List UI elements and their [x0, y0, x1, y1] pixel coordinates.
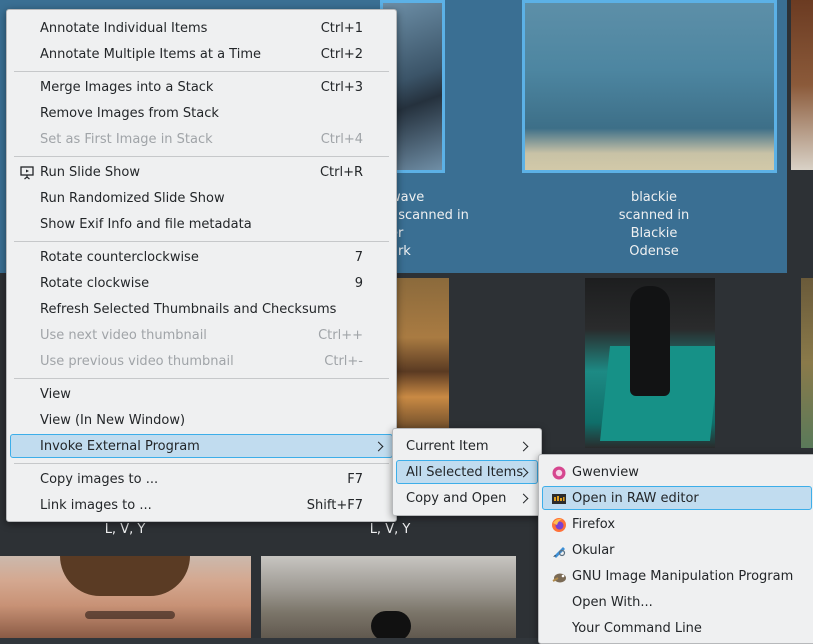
thumbnail-partial-right-mid[interactable] — [801, 278, 813, 448]
submenu-item-all-selected[interactable]: All Selected Items — [396, 460, 538, 484]
thumbnail-pool-2[interactable] — [585, 278, 715, 448]
menu-item-run-random-slideshow[interactable]: Run Randomized Slide Show — [10, 186, 393, 210]
menu-item-shortcut: Ctrl+- — [324, 353, 363, 369]
menu-item-shortcut: Ctrl+1 — [320, 20, 363, 36]
menu-item-label: Okular — [572, 542, 615, 558]
menu-separator — [14, 463, 389, 464]
menu-item-rotate-cw[interactable]: Rotate clockwise 9 — [10, 271, 393, 295]
app-item-gimp[interactable]: GNU Image Manipulation Program — [542, 564, 812, 588]
gimp-icon — [551, 569, 567, 585]
menu-item-annotate-multiple[interactable]: Annotate Multiple Items at a Time Ctrl+2 — [10, 42, 393, 66]
thumbnail-face[interactable] — [0, 556, 251, 638]
submenu-item-copy-and-open[interactable]: Copy and Open — [396, 486, 538, 510]
menu-item-next-video-thumb[interactable]: Use next video thumbnail Ctrl++ — [10, 323, 393, 347]
menu-item-label: Link images to ... — [40, 497, 152, 513]
menu-item-shortcut: Ctrl++ — [318, 327, 363, 343]
app-item-firefox[interactable]: Firefox — [542, 512, 812, 536]
menu-item-rotate-ccw[interactable]: Rotate counterclockwise 7 — [10, 245, 393, 269]
menu-item-label: Rotate counterclockwise — [40, 249, 199, 265]
caption-lvy-2: L, V, Y — [369, 522, 411, 537]
menu-item-label: Your Command Line — [572, 620, 702, 636]
menu-item-label: Open in RAW editor — [572, 490, 699, 506]
menu-item-label: Show Exif Info and file metadata — [40, 216, 252, 232]
face-hair — [60, 556, 190, 596]
menu-item-shortcut: 9 — [354, 275, 363, 291]
caption-blackie: blackie scanned in Blackie Odense — [618, 190, 690, 259]
thumbnail-blackie[interactable] — [522, 0, 777, 173]
firefox-icon — [551, 517, 567, 533]
menu-item-shortcut: Shift+F7 — [306, 497, 363, 513]
app-item-open-with[interactable]: Open With... — [542, 590, 812, 614]
menu-item-run-slideshow[interactable]: Run Slide Show Ctrl+R — [10, 160, 393, 184]
menu-item-label: All Selected Items — [406, 464, 524, 480]
menu-item-label: Firefox — [572, 516, 616, 532]
thumbnail-forest[interactable] — [261, 556, 516, 638]
menu-item-shortcut: 7 — [354, 249, 363, 265]
menu-item-label: View (In New Window) — [40, 412, 186, 428]
pool-player — [630, 286, 670, 396]
context-menu: Annotate Individual Items Ctrl+1 Annotat… — [6, 9, 397, 522]
menu-item-label: Refresh Selected Thumbnails and Checksum… — [40, 301, 337, 317]
menu-item-label: Copy images to ... — [40, 471, 159, 487]
menu-item-merge-stack[interactable]: Merge Images into a Stack Ctrl+3 — [10, 75, 393, 99]
thumbnail-pool-1[interactable] — [397, 278, 449, 448]
menu-separator — [14, 156, 389, 157]
menu-item-set-first-in-stack[interactable]: Set as First Image in Stack Ctrl+4 — [10, 127, 393, 151]
chevron-right-icon — [518, 493, 529, 504]
menu-item-label: Invoke External Program — [40, 438, 200, 454]
menu-item-label: Use next video thumbnail — [40, 327, 207, 343]
app-item-gwenview[interactable]: Gwenview — [542, 460, 812, 484]
menu-item-label: Remove Images from Stack — [40, 105, 219, 121]
menu-item-label: Run Randomized Slide Show — [40, 190, 225, 206]
menu-item-label: Set as First Image in Stack — [40, 131, 213, 147]
menu-separator — [14, 378, 389, 379]
menu-item-view[interactable]: View — [10, 382, 393, 406]
menu-item-annotate-individual[interactable]: Annotate Individual Items Ctrl+1 — [10, 16, 393, 40]
chevron-right-icon — [518, 441, 529, 452]
face-eyes — [85, 611, 175, 619]
raw-editor-icon — [551, 491, 567, 507]
caption-lvy-1: L, V, Y — [104, 522, 146, 537]
menu-item-view-new-window[interactable]: View (In New Window) — [10, 408, 393, 432]
menu-item-label: Rotate clockwise — [40, 275, 150, 291]
okular-icon — [551, 543, 567, 559]
menu-item-label: Annotate Multiple Items at a Time — [40, 46, 261, 62]
app-item-command-line[interactable]: Your Command Line — [542, 616, 812, 640]
forest-dog — [371, 611, 411, 638]
menu-separator — [14, 241, 389, 242]
app-item-raw-editor[interactable]: Open in RAW editor — [542, 486, 812, 510]
menu-item-label: Gwenview — [572, 464, 639, 480]
thumbnail-partial-right-top[interactable] — [791, 0, 813, 170]
menu-item-label: Current Item — [406, 438, 489, 454]
menu-item-link-images[interactable]: Link images to ... Shift+F7 — [10, 493, 393, 517]
menu-item-prev-video-thumb[interactable]: Use previous video thumbnail Ctrl+- — [10, 349, 393, 373]
applications-submenu: Gwenview Open in RAW editor Firefox Okul… — [538, 454, 813, 644]
menu-item-shortcut: Ctrl+R — [319, 164, 363, 180]
menu-item-shortcut: Ctrl+4 — [320, 131, 363, 147]
menu-item-refresh-thumbnails[interactable]: Refresh Selected Thumbnails and Checksum… — [10, 297, 393, 321]
menu-item-shortcut: Ctrl+3 — [320, 79, 363, 95]
menu-item-label: Run Slide Show — [40, 164, 140, 180]
submenu-item-current-item[interactable]: Current Item — [396, 434, 538, 458]
menu-item-shortcut: Ctrl+2 — [320, 46, 363, 62]
menu-item-label: Open With... — [572, 594, 653, 610]
menu-item-label: View — [40, 386, 71, 402]
menu-item-copy-images[interactable]: Copy images to ... F7 — [10, 467, 393, 491]
gwenview-icon — [551, 465, 567, 481]
menu-item-invoke-external[interactable]: Invoke External Program — [10, 434, 393, 458]
app-item-okular[interactable]: Okular — [542, 538, 812, 562]
external-program-submenu: Current Item All Selected Items Copy and… — [392, 428, 542, 516]
menu-item-label: GNU Image Manipulation Program — [572, 568, 794, 584]
chevron-right-icon — [373, 441, 384, 452]
menu-item-label: Copy and Open — [406, 490, 507, 506]
menu-item-shortcut: F7 — [347, 471, 363, 487]
menu-item-show-exif[interactable]: Show Exif Info and file metadata — [10, 212, 393, 236]
caption-wave: wave , scanned in er ark — [390, 190, 469, 259]
slideshow-icon — [19, 165, 35, 181]
menu-item-label: Annotate Individual Items — [40, 20, 208, 36]
menu-item-remove-stack[interactable]: Remove Images from Stack — [10, 101, 393, 125]
menu-item-label: Merge Images into a Stack — [40, 79, 214, 95]
menu-item-label: Use previous video thumbnail — [40, 353, 234, 369]
menu-separator — [14, 71, 389, 72]
